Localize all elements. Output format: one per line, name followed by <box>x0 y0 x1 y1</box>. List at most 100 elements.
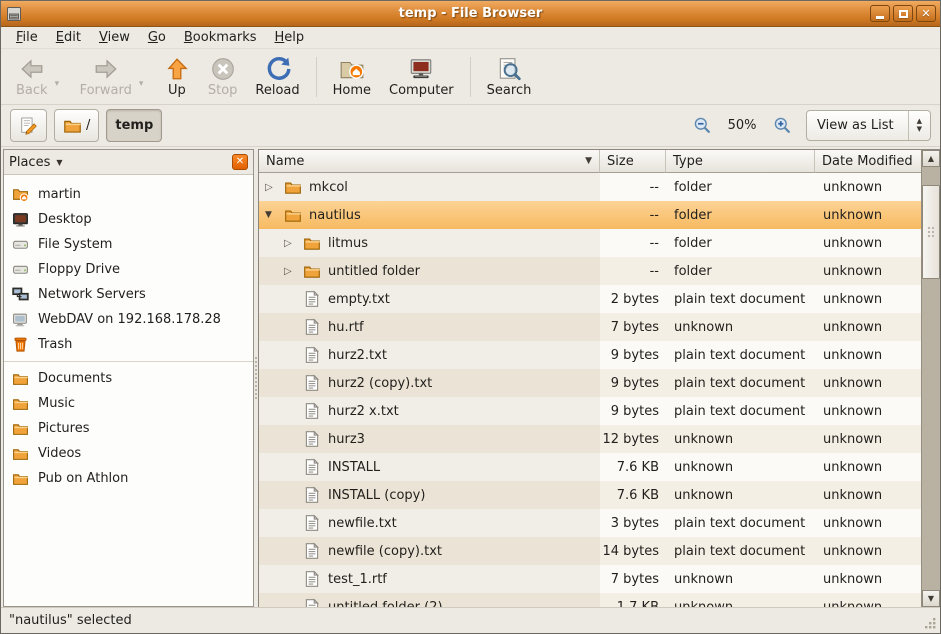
folder-icon <box>12 370 29 387</box>
search-button[interactable]: Search <box>478 53 541 100</box>
folder-icon <box>12 445 29 462</box>
maximize-icon <box>899 10 908 18</box>
sidebar-header[interactable]: Places ▼ ✕ <box>4 150 253 175</box>
folder-icon <box>12 395 29 412</box>
sidebar-item-trash[interactable]: Trash <box>4 332 253 357</box>
scroll-up-button[interactable]: ▲ <box>922 150 940 167</box>
minimize-button[interactable] <box>870 5 890 22</box>
text-file-icon <box>303 290 321 308</box>
reload-icon <box>265 56 291 82</box>
expander-icon[interactable]: ▷ <box>265 182 284 193</box>
file-row[interactable]: INSTALL 7.6 KB unknown unknown <box>259 453 921 481</box>
file-browser-window: temp - File Browser ✕ FileEditViewGoBook… <box>0 0 941 634</box>
computer-button[interactable]: Computer <box>380 53 463 100</box>
path-button-root[interactable]: / <box>54 109 99 142</box>
column-header-name[interactable]: Name ▼ <box>259 150 600 173</box>
places-sidebar: Places ▼ ✕ martin Desktop File System Fl… <box>3 149 254 607</box>
menu-bookmarks[interactable]: Bookmarks <box>175 28 266 47</box>
file-row[interactable]: empty.txt 2 bytes plain text document un… <box>259 285 921 313</box>
menu-edit[interactable]: Edit <box>47 28 90 47</box>
back-button[interactable]: Back <box>7 53 57 100</box>
window-icon <box>5 6 23 22</box>
expander-icon[interactable]: ▷ <box>284 238 303 249</box>
file-list-area: Name ▼ Size Type Date Modified ▷ mkcol -… <box>258 149 940 607</box>
folder-icon <box>284 206 302 224</box>
folder-icon <box>303 234 321 252</box>
sidebar-item-desktop[interactable]: Desktop <box>4 207 253 232</box>
drive-icon <box>12 261 29 278</box>
resize-grip-icon[interactable] <box>924 617 937 630</box>
home-button[interactable]: Home <box>324 53 380 100</box>
up-button[interactable]: Up <box>155 53 199 100</box>
sidebar-item-floppy-drive[interactable]: Floppy Drive <box>4 257 253 282</box>
file-row[interactable]: hurz2 x.txt 9 bytes plain text document … <box>259 397 921 425</box>
stop-icon <box>210 56 236 82</box>
file-row[interactable]: ▷ litmus -- folder unknown <box>259 229 921 257</box>
sidebar-item-pictures[interactable]: Pictures <box>4 416 253 441</box>
reload-button[interactable]: Reload <box>246 53 308 100</box>
file-row[interactable]: hurz2 (copy).txt 9 bytes plain text docu… <box>259 369 921 397</box>
scroll-down-button[interactable]: ▼ <box>922 590 940 607</box>
menu-go[interactable]: Go <box>139 28 175 47</box>
column-header-size[interactable]: Size <box>600 150 666 173</box>
sidebar-item-music[interactable]: Music <box>4 391 253 416</box>
places-list: martin Desktop File System Floppy Drive … <box>4 175 253 606</box>
dropdown-caret-icon[interactable]: ▾ <box>55 79 69 89</box>
sidebar-item-network-servers[interactable]: Network Servers <box>4 282 253 307</box>
sidebar-item-pub-on-athlon[interactable]: Pub on Athlon <box>4 466 253 491</box>
file-row[interactable]: ▼ nautilus -- folder unknown <box>259 201 921 229</box>
sidebar-item-martin[interactable]: martin <box>4 182 253 207</box>
column-header-date-modified[interactable]: Date Modified <box>815 150 921 173</box>
folder-icon <box>284 178 302 196</box>
column-header-type[interactable]: Type <box>666 150 815 173</box>
file-row[interactable]: hurz3 12 bytes unknown unknown <box>259 425 921 453</box>
file-row[interactable]: newfile.txt 3 bytes plain text document … <box>259 509 921 537</box>
sidebar-item-webdav-on-192-168-178-28[interactable]: WebDAV on 192.168.178.28 <box>4 307 253 332</box>
location-bar: / temp 50% View as List ▲▼ <box>1 105 940 147</box>
dropdown-caret-icon[interactable]: ▾ <box>139 79 153 89</box>
computer-icon <box>408 56 434 82</box>
thumb-grip-icon <box>927 226 936 239</box>
file-row[interactable]: test_1.rtf 7 bytes unknown unknown <box>259 565 921 593</box>
vertical-scrollbar[interactable]: ▲ ▼ <box>921 150 940 607</box>
view-selector[interactable]: View as List ▲▼ <box>806 110 931 141</box>
scrollbar-thumb[interactable] <box>922 185 940 279</box>
sidebar-item-videos[interactable]: Videos <box>4 441 253 466</box>
text-file-icon <box>303 514 321 532</box>
spinner-arrows-icon[interactable]: ▲▼ <box>908 111 930 140</box>
zoom-out-button[interactable] <box>691 115 713 137</box>
path-button-temp[interactable]: temp <box>106 109 162 142</box>
menu-file[interactable]: File <box>7 28 47 47</box>
sidebar-item-file-system[interactable]: File System <box>4 232 253 257</box>
file-row[interactable]: ▷ untitled folder -- folder unknown <box>259 257 921 285</box>
expander-icon[interactable]: ▷ <box>284 266 303 277</box>
trash-icon <box>12 336 29 353</box>
maximize-button[interactable] <box>893 5 913 22</box>
zoom-in-button[interactable] <box>771 115 793 137</box>
menu-view[interactable]: View <box>90 28 139 47</box>
titlebar[interactable]: temp - File Browser ✕ <box>1 1 940 27</box>
root-label: / <box>86 118 90 133</box>
file-row[interactable]: newfile (copy).txt 14 bytes plain text d… <box>259 537 921 565</box>
window-title: temp - File Browser <box>1 6 940 21</box>
sidebar-item-documents[interactable]: Documents <box>4 366 253 391</box>
file-row[interactable]: hurz2.txt 9 bytes plain text document un… <box>259 341 921 369</box>
folder-icon <box>303 262 321 280</box>
stop-button[interactable]: Stop <box>199 53 247 100</box>
drive-icon <box>12 236 29 253</box>
expander-icon[interactable]: ▼ <box>265 210 284 220</box>
file-row[interactable]: hu.rtf 7 bytes unknown unknown <box>259 313 921 341</box>
toggle-location-entry-button[interactable] <box>10 109 47 142</box>
sidebar-close-button[interactable]: ✕ <box>232 154 248 170</box>
close-button[interactable]: ✕ <box>916 5 936 22</box>
menu-help[interactable]: Help <box>266 28 314 47</box>
scrollbar-trough[interactable] <box>922 167 940 590</box>
file-row[interactable]: untitled folder (2) 1.7 KB unknown unkno… <box>259 593 921 607</box>
current-folder-label: temp <box>115 118 153 133</box>
forward-button[interactable]: Forward <box>71 53 141 100</box>
text-file-icon <box>303 570 321 588</box>
list-header: Name ▼ Size Type Date Modified <box>259 150 921 173</box>
file-row[interactable]: INSTALL (copy) 7.6 KB unknown unknown <box>259 481 921 509</box>
text-file-icon <box>303 598 321 607</box>
file-row[interactable]: ▷ mkcol -- folder unknown <box>259 173 921 201</box>
